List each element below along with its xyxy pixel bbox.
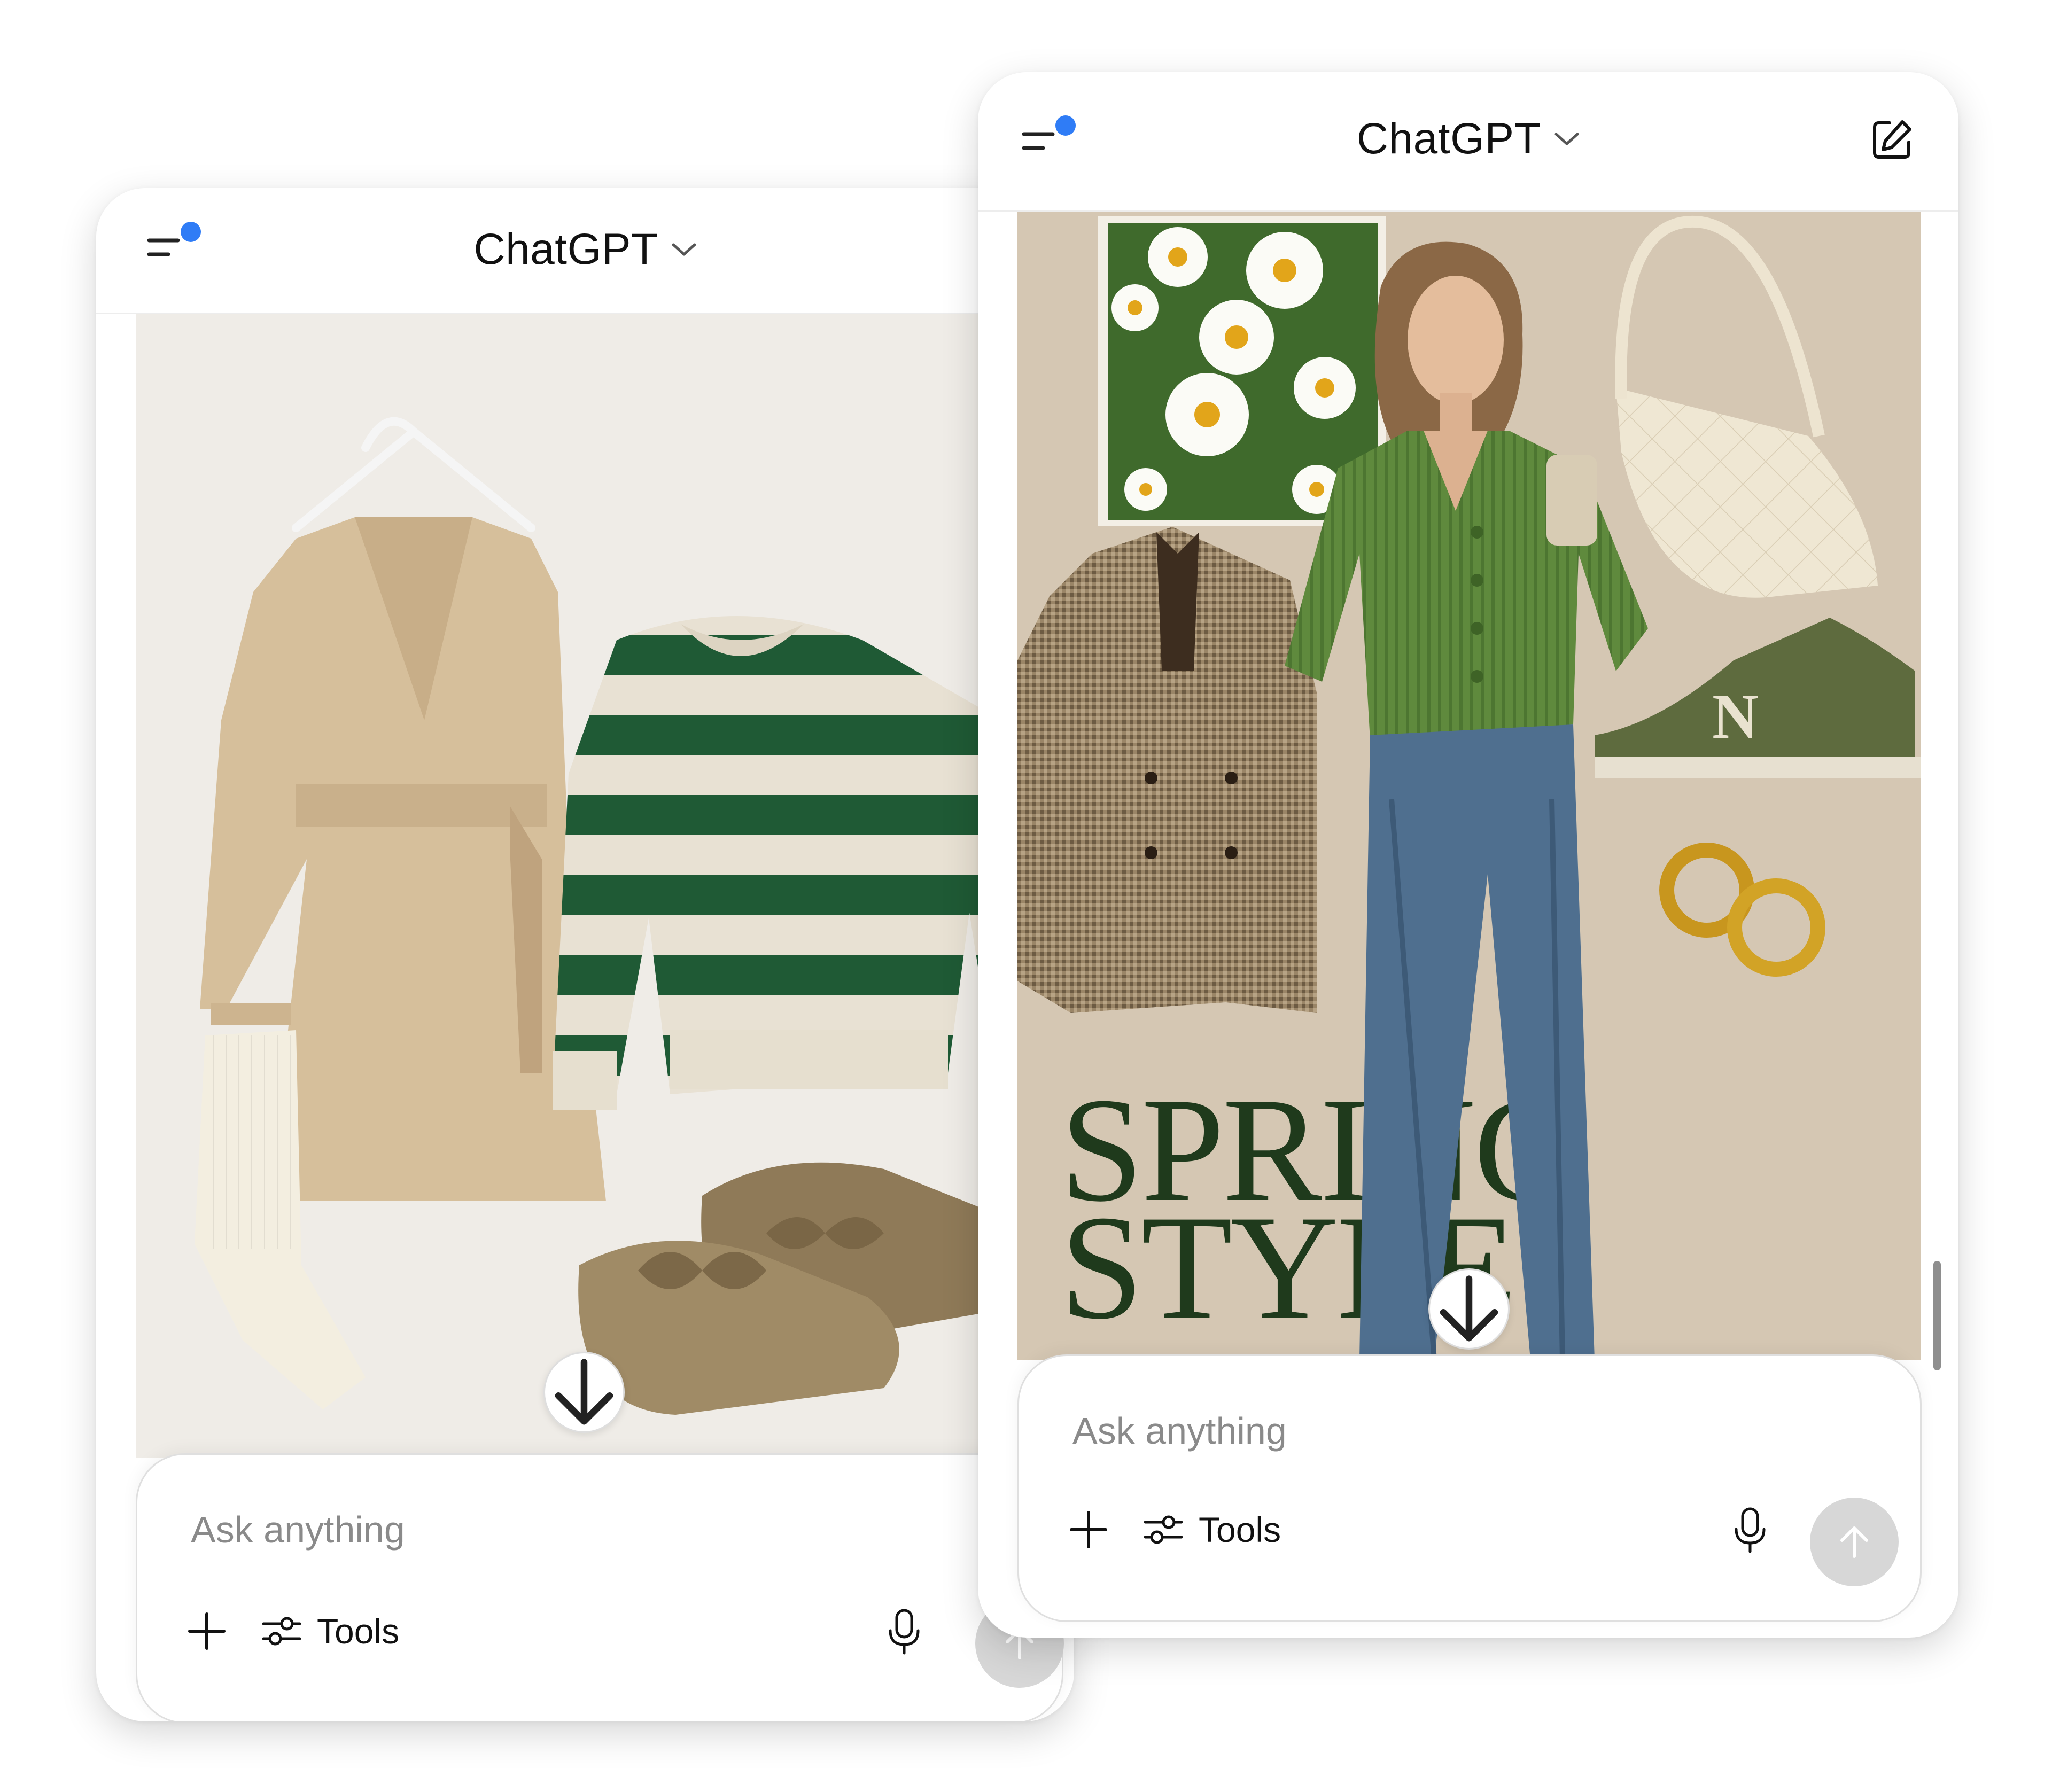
tools-button[interactable]: Tools — [1142, 1508, 1281, 1551]
message-composer: Ask anything Tools — [1017, 1354, 1922, 1622]
message-composer: Ask anything Tools — [136, 1453, 1064, 1721]
hoop-earring-right — [1727, 878, 1825, 977]
scrollbar-thumb[interactable] — [1933, 1261, 1941, 1370]
model-selector[interactable]: ChatGPT — [978, 110, 1958, 168]
quilted-handbag — [1616, 388, 1878, 598]
generated-outfit-image[interactable] — [136, 314, 1055, 1458]
spring-moodboard-illustration: N SPRING STYLE — [1017, 215, 1921, 1360]
outfit-flatlay-illustration — [195, 417, 1055, 1415]
tools-label: Tools — [317, 1611, 400, 1651]
arrow-down-icon — [555, 1359, 613, 1425]
plus-icon[interactable] — [1067, 1508, 1110, 1551]
scroll-to-bottom-button[interactable] — [1428, 1268, 1510, 1350]
send-button[interactable] — [1810, 1498, 1899, 1586]
chat-header: ChatGPT — [96, 188, 1074, 314]
generated-moodboard-image[interactable]: N SPRING STYLE — [1017, 212, 1921, 1360]
tools-button[interactable]: Tools — [260, 1610, 399, 1653]
tools-sliders-icon — [1144, 1515, 1183, 1544]
microphone-icon[interactable] — [883, 1607, 926, 1655]
arrow-down-icon — [1440, 1275, 1498, 1342]
model-selector[interactable]: ChatGPT — [96, 220, 1074, 279]
scroll-to-bottom-button[interactable] — [543, 1352, 625, 1433]
chat-window-right: ChatGPT N SPRING STYLE Ask anything Tool… — [978, 72, 1958, 1638]
page-title: ChatGPT — [473, 225, 658, 274]
microphone-icon[interactable] — [1729, 1506, 1771, 1554]
arrow-up-icon — [1840, 1526, 1868, 1558]
message-input[interactable]: Ask anything — [1072, 1409, 1287, 1452]
tools-label: Tools — [1199, 1510, 1281, 1549]
composer-toolbar: Tools — [1067, 1508, 1281, 1551]
composer-toolbar: Tools — [185, 1610, 399, 1653]
chat-window-left: ChatGPT Ask anything Tools — [96, 188, 1074, 1721]
chevron-down-icon — [1554, 133, 1579, 145]
chevron-down-icon — [672, 243, 696, 256]
chat-header: ChatGPT — [978, 72, 1958, 212]
plus-icon[interactable] — [185, 1610, 228, 1653]
tools-sliders-icon — [262, 1617, 301, 1646]
new-chat-icon[interactable] — [1869, 118, 1914, 162]
page-title: ChatGPT — [1356, 114, 1542, 163]
brand-letter: N — [1712, 681, 1759, 752]
message-input[interactable]: Ask anything — [191, 1508, 405, 1551]
